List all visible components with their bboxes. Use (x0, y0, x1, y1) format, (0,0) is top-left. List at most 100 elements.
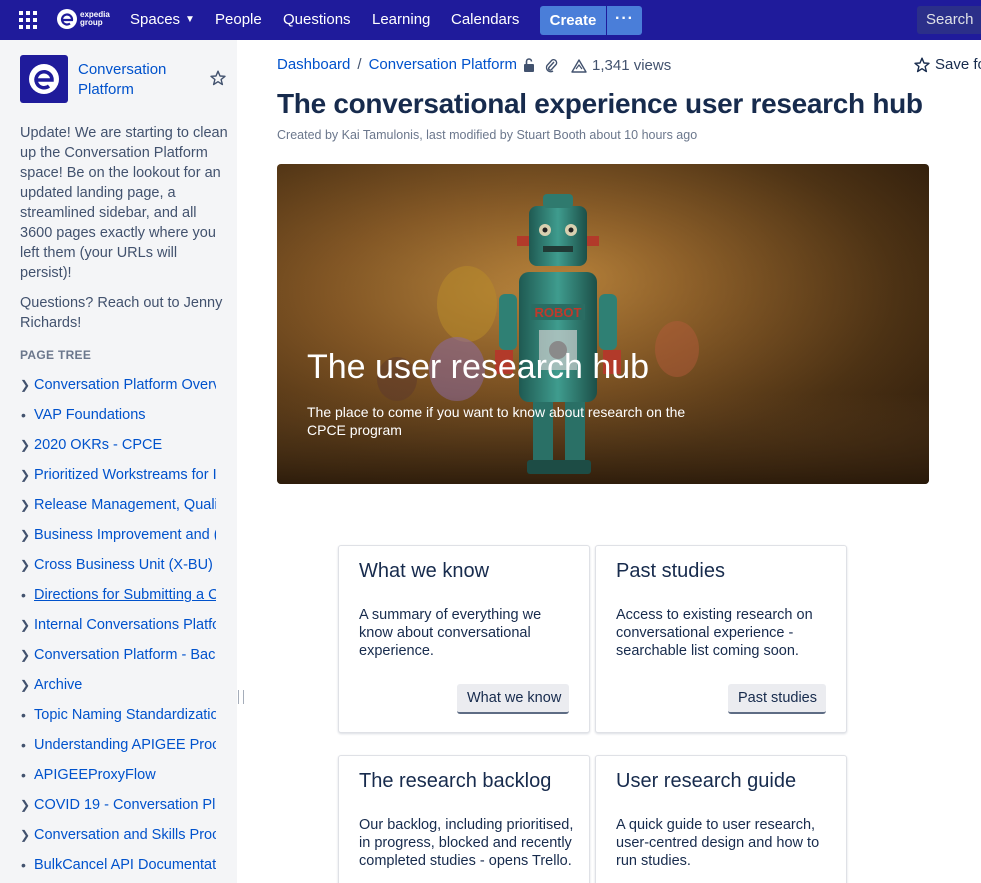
page-tree-link[interactable]: Archive (34, 673, 216, 697)
card-title: User research guide (616, 770, 797, 792)
page-tree-link[interactable]: Conversation and Skills Proc (34, 823, 216, 847)
nav-learning[interactable]: Learning (372, 0, 430, 40)
page-tree: ❯ Conversation Platform Overv • VAP Foundat… (18, 373, 218, 883)
space-logo[interactable] (20, 55, 68, 103)
page-tree-item[interactable]: ❯ Business Improvement and ( (18, 523, 218, 553)
page-tree-link[interactable]: Release Management, Qualit (34, 493, 216, 517)
page-tree-item[interactable]: ❯ Conversation Platform - Bac (18, 643, 218, 673)
hero-banner: ROBOT The user research hub The place to… (277, 164, 929, 484)
card-description: Our backlog, including prioritised, in p… (359, 817, 574, 869)
chevron-right-icon[interactable]: ❯ (18, 553, 34, 577)
search-input[interactable]: Search (917, 6, 981, 34)
page-tree-link[interactable]: Internal Conversations Platfo (34, 613, 216, 637)
page-tree-link[interactable]: APIGEEProxyFlow (34, 763, 216, 787)
chevron-right-icon[interactable]: ❯ (18, 673, 34, 697)
page-tree-link[interactable]: VAP Foundations (34, 403, 216, 427)
page-tree-item[interactable]: ❯ Cross Business Unit (X-BU) (18, 553, 218, 583)
views-count: 1,341 views (592, 57, 672, 74)
breadcrumb-separator: / (357, 56, 362, 73)
page-tree-item[interactable]: ❯ Conversation Platform Overv (18, 373, 218, 403)
page-tree-link[interactable]: BulkCancel API Documentat (34, 853, 216, 877)
bullet-icon: • (21, 587, 26, 603)
star-outline-icon (914, 57, 930, 72)
page-tree-heading: PAGE TREE (20, 348, 92, 362)
page-tree-link[interactable]: Cross Business Unit (X-BU) (34, 553, 216, 577)
chevron-right-icon[interactable]: ❯ (18, 643, 34, 667)
what-we-know-button[interactable]: What we know (457, 684, 569, 714)
analytics-icon (571, 58, 587, 73)
chevron-right-icon[interactable]: ❯ (18, 793, 34, 817)
save-for-later-label: Save fo (935, 56, 981, 73)
page-tree-link[interactable]: Conversation Platform - Bac (34, 643, 216, 667)
chevron-right-icon[interactable]: ❯ (18, 373, 34, 397)
card-user-research-guide: User research guide A quick guide to use… (595, 755, 847, 883)
bullet-icon: • (21, 857, 26, 873)
page-tree-item[interactable]: • VAP Foundations (18, 403, 218, 433)
bullet-icon: • (21, 407, 26, 423)
page-tree-item[interactable]: ❯ Conversation and Skills Proc (18, 823, 218, 853)
page-tree-item[interactable]: ❯ 2020 OKRs - CPCE (18, 433, 218, 463)
page-tree-item[interactable]: • Directions for Submitting a C (18, 583, 218, 613)
page-views[interactable]: 1,341 views (571, 57, 671, 74)
page-byline: Created by Kai Tamulonis, last modified … (277, 128, 698, 142)
page-tree-item[interactable]: ❯ Prioritized Workstreams for I (18, 463, 218, 493)
page-tree-link[interactable]: Topic Naming Standardizatio (34, 703, 216, 727)
page-tree-link[interactable]: 2020 OKRs - CPCE (34, 433, 216, 457)
bullet-icon: • (21, 737, 26, 753)
breadcrumb-dashboard[interactable]: Dashboard (277, 56, 350, 73)
past-studies-button[interactable]: Past studies (728, 684, 826, 714)
nav-questions[interactable]: Questions (283, 0, 351, 40)
page-tree-item[interactable]: • Topic Naming Standardizatio (18, 703, 218, 733)
card-description: A quick guide to user research, user-cen… (616, 817, 820, 869)
card-description: A summary of everything we know about co… (359, 607, 542, 659)
nav-spaces[interactable]: Spaces ▼ (130, 0, 195, 40)
page-tree-item[interactable]: ❯ Archive (18, 673, 218, 703)
space-description-update: Update! We are starting to clean up the … (20, 125, 228, 281)
bullet-icon: • (21, 767, 26, 783)
attachment-icon[interactable] (544, 57, 558, 73)
space-description-questions: Questions? Reach out to Jenny Richards! (20, 295, 223, 331)
page-tree-link[interactable]: Business Improvement and ( (34, 523, 216, 547)
nav-spaces-label: Spaces (130, 11, 181, 28)
star-icon[interactable] (210, 70, 226, 91)
hero-subtitle: The place to come if you want to know ab… (307, 404, 686, 438)
save-for-later-button[interactable]: Save fo (914, 56, 981, 73)
page-tree-link[interactable]: Prioritized Workstreams for I (34, 463, 216, 487)
nav-calendars[interactable]: Calendars (451, 0, 519, 40)
card-title: Past studies (616, 560, 725, 582)
page-meta-icons (522, 57, 566, 73)
nav-people[interactable]: People (215, 0, 262, 40)
space-description: Update! We are starting to clean up the … (20, 123, 230, 343)
expedia-group-logo[interactable]: expedia group (57, 9, 110, 29)
unlock-icon[interactable] (522, 57, 536, 73)
chevron-right-icon[interactable]: ❯ (18, 613, 34, 637)
app-switcher-icon[interactable] (19, 11, 37, 29)
create-button[interactable]: Create (540, 6, 606, 35)
space-name-link[interactable]: Conversation Platform (78, 60, 198, 100)
page-tree-item[interactable]: • Understanding APIGEE Proc (18, 733, 218, 763)
chevron-down-icon: ▼ (185, 14, 195, 25)
bullet-icon: • (21, 707, 26, 723)
logo-text: expedia group (80, 10, 110, 27)
robot-text: ROBOT (535, 305, 582, 320)
page-tree-link[interactable]: Directions for Submitting a C (34, 583, 216, 607)
page-tree-link[interactable]: COVID 19 - Conversation Pla (34, 793, 216, 817)
page-tree-item[interactable]: ❯ COVID 19 - Conversation Pla (18, 793, 218, 823)
chevron-right-icon[interactable]: ❯ (18, 823, 34, 847)
page-tree-item[interactable]: • BulkCancel API Documentat (18, 853, 218, 883)
card-research-backlog: The research backlog Our backlog, includ… (338, 755, 590, 883)
page-tree-link[interactable]: Understanding APIGEE Proc (34, 733, 216, 757)
chevron-right-icon[interactable]: ❯ (18, 493, 34, 517)
more-options-button[interactable]: ··· (607, 6, 642, 35)
page-tree-link[interactable]: Conversation Platform Overv (34, 373, 216, 397)
page-tree-item[interactable]: • APIGEEProxyFlow (18, 763, 218, 793)
chevron-right-icon[interactable]: ❯ (18, 463, 34, 487)
chevron-right-icon[interactable]: ❯ (18, 523, 34, 547)
chevron-right-icon[interactable]: ❯ (18, 433, 34, 457)
sidebar-resize-handle[interactable] (238, 690, 244, 704)
page-tree-item[interactable]: ❯ Internal Conversations Platfo (18, 613, 218, 643)
card-description: Access to existing research on conversat… (616, 607, 813, 659)
breadcrumb-conversation-platform[interactable]: Conversation Platform (369, 56, 517, 73)
page-tree-item[interactable]: ❯ Release Management, Qualit (18, 493, 218, 523)
page-title: The conversational experience user resea… (277, 88, 923, 119)
